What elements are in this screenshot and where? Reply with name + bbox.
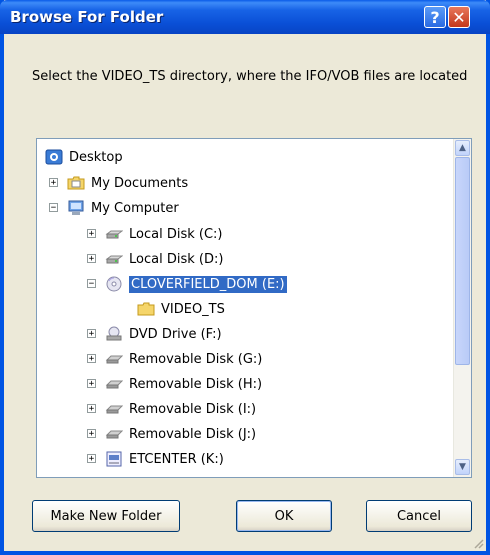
tree-item-label: Removable Disk (H:) (129, 376, 263, 392)
scroll-down-button[interactable]: ▼ (455, 459, 470, 475)
tree-item-removable-disk-h[interactable]: Removable Disk (H:) (105, 372, 262, 396)
removable-disk-icon (105, 401, 124, 417)
instruction-text: Select the VIDEO_TS directory, where the… (32, 69, 468, 84)
tree-item-my-documents[interactable]: My Documents (67, 171, 188, 195)
folder-tree[interactable]: Desktop + My Documents − My Computer + L… (36, 138, 472, 478)
tree-item-etcenter-k[interactable]: ETCENTER (K:) (105, 447, 224, 471)
ok-button[interactable]: OK (236, 500, 332, 532)
tree-item-label: Desktop (69, 149, 123, 165)
network-drive-icon (105, 451, 123, 467)
tree-item-label: Local Disk (C:) (129, 226, 223, 242)
documents-folder-icon (67, 175, 85, 191)
removable-disk-icon (105, 351, 124, 367)
removable-disk-icon (105, 376, 124, 392)
tree-item-label: Removable Disk (I:) (129, 401, 257, 417)
close-button[interactable]: ✕ (448, 6, 470, 28)
tree-item-label: ETCENTER (K:) (129, 451, 224, 467)
scroll-up-button[interactable]: ▲ (455, 140, 470, 156)
title-bar[interactable]: Browse For Folder ? ✕ (0, 0, 490, 34)
expand-toggle[interactable]: + (87, 254, 96, 264)
tree-item-removable-disk-j[interactable]: Removable Disk (J:) (105, 422, 256, 446)
tree-item-local-disk-d[interactable]: Local Disk (D:) (105, 247, 223, 271)
collapse-toggle[interactable]: − (49, 203, 58, 213)
scroll-thumb[interactable] (455, 157, 470, 365)
dvd-drive-icon (105, 326, 123, 342)
expand-toggle[interactable]: + (87, 429, 96, 439)
expand-toggle[interactable]: + (87, 329, 96, 339)
tree-item-label: Removable Disk (G:) (129, 351, 263, 367)
collapse-toggle[interactable]: − (87, 279, 96, 289)
resize-grip-icon[interactable] (472, 537, 484, 549)
expand-toggle[interactable]: + (87, 454, 96, 464)
tree-item-label: Local Disk (D:) (129, 251, 224, 267)
dvd-disc-icon (105, 276, 123, 292)
tree-item-label: DVD Drive (F:) (129, 326, 222, 342)
computer-icon (67, 200, 85, 216)
help-button[interactable]: ? (424, 6, 446, 28)
hard-disk-icon (105, 226, 124, 242)
tree-item-local-disk-c[interactable]: Local Disk (C:) (105, 222, 222, 246)
window-title: Browse For Folder (10, 8, 164, 26)
tree-item-label: My Documents (91, 175, 189, 191)
tree-item-video-ts[interactable]: VIDEO_TS (137, 297, 225, 321)
make-new-folder-button[interactable]: Make New Folder (32, 500, 180, 532)
expand-toggle[interactable]: + (49, 178, 58, 188)
removable-disk-icon (105, 426, 124, 442)
tree-item-label: VIDEO_TS (161, 301, 225, 317)
expand-toggle[interactable]: + (87, 354, 96, 364)
tree-item-desktop[interactable]: Desktop (45, 145, 123, 169)
hard-disk-icon (105, 251, 124, 267)
tree-item-label: CLOVERFIELD_DOM (E:) (129, 275, 287, 293)
vertical-scrollbar[interactable]: ▲ ▼ (453, 139, 471, 477)
expand-toggle[interactable]: + (87, 404, 96, 414)
expand-toggle[interactable]: + (87, 379, 96, 389)
browse-for-folder-dialog: Browse For Folder ? ✕ Select the VIDEO_T… (0, 0, 490, 555)
tree-item-removable-disk-g[interactable]: Removable Disk (G:) (105, 347, 262, 371)
desktop-icon (45, 149, 63, 165)
tree-item-dvd-drive-f[interactable]: DVD Drive (F:) (105, 322, 222, 346)
tree-item-removable-disk-i[interactable]: Removable Disk (I:) (105, 397, 256, 421)
tree-item-my-computer[interactable]: My Computer (67, 196, 179, 220)
cancel-button[interactable]: Cancel (366, 500, 472, 532)
tree-item-label: My Computer (91, 200, 179, 216)
tree-item-cloverfield-dom-e[interactable]: CLOVERFIELD_DOM (E:) (105, 272, 287, 296)
folder-icon (137, 301, 155, 317)
expand-toggle[interactable]: + (87, 229, 96, 239)
tree-item-label: Removable Disk (J:) (129, 426, 257, 442)
